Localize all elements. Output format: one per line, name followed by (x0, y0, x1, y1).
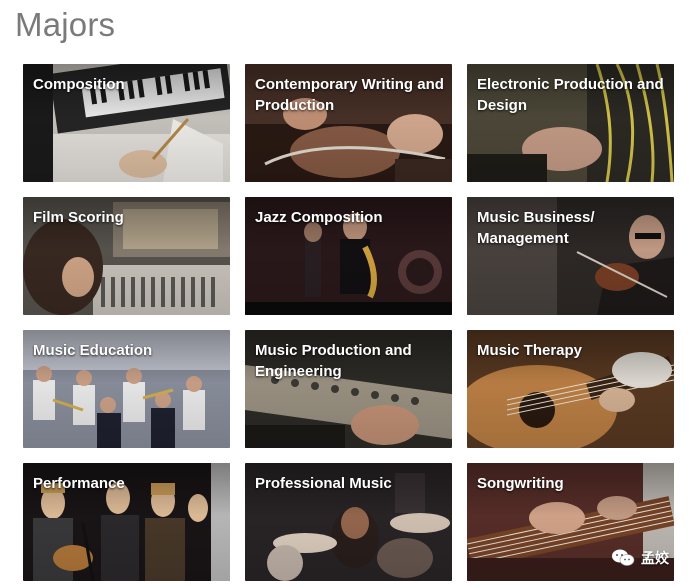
major-label: Music Business/ Management (477, 209, 595, 247)
major-tile-music-education[interactable]: Music Education (23, 330, 230, 448)
major-tile-music-business[interactable]: Music Business/ Management (467, 197, 674, 315)
major-tile-film-scoring[interactable]: Film Scoring (23, 197, 230, 315)
major-tile-music-production[interactable]: Music Production and Engineering (245, 330, 452, 448)
major-label: Music Therapy (477, 342, 583, 359)
major-label: Film Scoring (33, 209, 124, 226)
major-label: Professional Music (255, 475, 392, 492)
major-tile-jazz-composition[interactable]: Jazz Composition (245, 197, 452, 315)
major-label: Music Production and Engineering (255, 342, 412, 380)
major-tile-composition[interactable]: Composition (23, 64, 230, 182)
major-label: Songwriting (477, 475, 564, 492)
watermark-text: 孟姣 (641, 551, 669, 567)
major-tile-contemporary-writing[interactable]: Contemporary Writing and Production (245, 64, 452, 182)
major-tile-performance[interactable]: Performance (23, 463, 230, 581)
major-label: Performance (33, 475, 125, 492)
watermark: 孟姣 (611, 548, 669, 568)
wechat-icon (612, 549, 635, 566)
major-label: Composition (33, 76, 125, 93)
major-label: Jazz Composition (255, 209, 383, 226)
major-tile-music-therapy[interactable]: Music Therapy (467, 330, 674, 448)
major-label: Music Education (33, 342, 153, 359)
major-label: Contemporary Writing and Production (255, 76, 444, 114)
major-label: Electronic Production and Design (477, 76, 664, 114)
page-title: Majors (15, 6, 116, 43)
major-tile-electronic-production[interactable]: Electronic Production and Design (467, 64, 674, 182)
majors-grid: Composition Contemporary Writing and Pro… (23, 64, 675, 581)
major-tile-professional-music[interactable]: Professional Music (245, 463, 452, 581)
